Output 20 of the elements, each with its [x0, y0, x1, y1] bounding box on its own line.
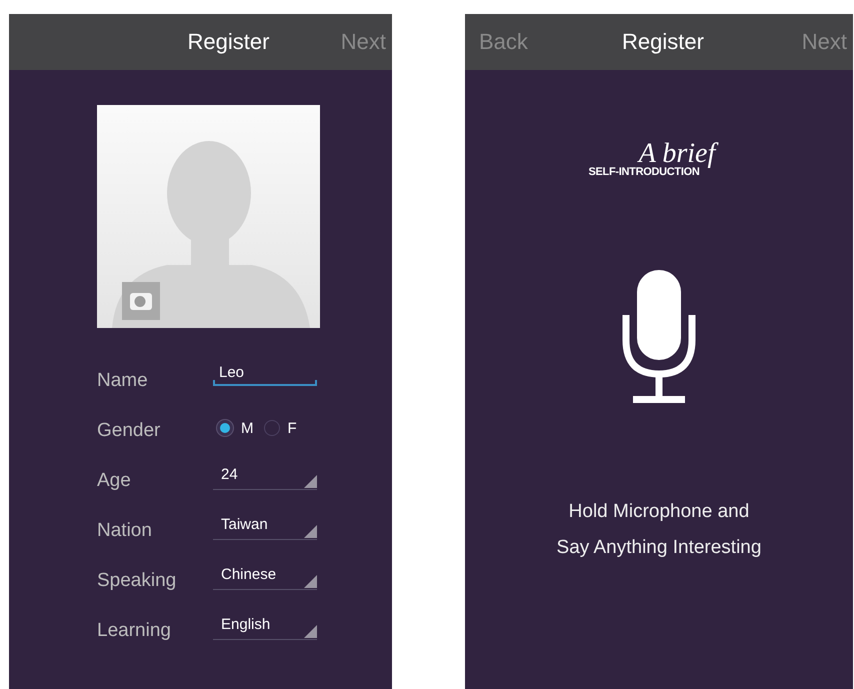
radio-label: M — [241, 420, 254, 436]
dropdown-field[interactable]: Taiwan — [213, 514, 317, 540]
instruction-text: Hold Microphone and Say Anything Interesting — [556, 500, 762, 560]
field-label: Age — [97, 469, 132, 492]
field-label: Nation — [97, 519, 153, 542]
radio-button[interactable] — [264, 420, 280, 436]
field-label: Gender — [97, 419, 162, 442]
radio-button[interactable] — [217, 420, 233, 436]
radio-label: F — [288, 420, 297, 436]
field-label: Speaking — [97, 569, 178, 592]
screen-title: Register — [622, 29, 704, 55]
microphone-icon[interactable] — [621, 270, 697, 404]
logo-caption: SELF-INTRODUCTION — [588, 166, 700, 178]
dropdown-field[interactable]: 24 — [213, 464, 317, 490]
dropdown-field[interactable]: Chinese — [213, 564, 317, 590]
field-label: Learning — [97, 619, 172, 642]
field-label: Name — [97, 369, 149, 392]
dropdown-field[interactable]: English — [213, 614, 317, 640]
name-input-field[interactable]: Leo — [213, 362, 317, 386]
screen-title: Register — [188, 29, 270, 55]
